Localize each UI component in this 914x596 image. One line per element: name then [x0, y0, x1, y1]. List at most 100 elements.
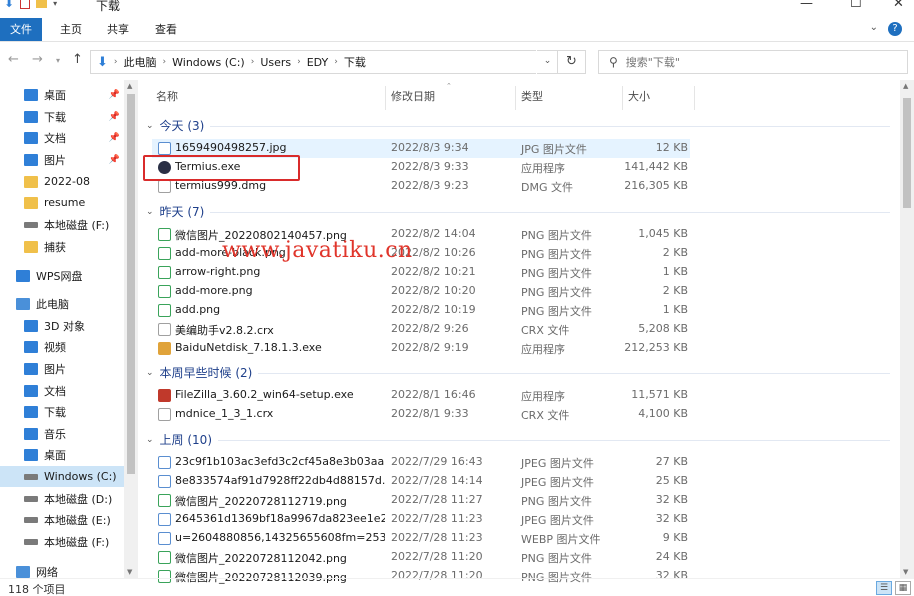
sidebar-item[interactable]: 桌面: [0, 444, 126, 465]
sidebar-item[interactable]: 2022-08: [0, 171, 126, 192]
sidebar-item[interactable]: 图片: [0, 358, 126, 379]
sidebar-item[interactable]: 下载: [0, 401, 126, 422]
sidebar-item[interactable]: 文档 📌: [0, 127, 126, 148]
up-icon[interactable]: ↑: [72, 52, 83, 67]
column-header-name[interactable]: 名称: [156, 88, 178, 108]
breadcrumb-separator-icon[interactable]: ›: [163, 57, 167, 67]
sidebar-item[interactable]: 视频: [0, 336, 126, 357]
details-view-icon[interactable]: ☰: [876, 581, 892, 595]
sidebar-item[interactable]: 文档: [0, 380, 126, 401]
minimize-button[interactable]: —: [800, 0, 813, 11]
ribbon-expand-icon[interactable]: ⌄: [870, 22, 878, 33]
image-file-icon: [158, 475, 171, 488]
tab-home[interactable]: 主页: [60, 18, 82, 41]
column-header-date[interactable]: 修改日期: [391, 88, 435, 108]
file-name: arrow-right.png: [175, 265, 261, 278]
file-row[interactable]: FileZilla_3.60.2_win64-setup.exe 2022/8/1…: [152, 386, 690, 405]
sidebar-item[interactable]: resume: [0, 192, 126, 213]
scroll-up-icon[interactable]: ▲: [127, 82, 132, 90]
tab-share[interactable]: 共享: [107, 18, 129, 41]
file-row[interactable]: arrow-right.png 2022/8/2 10:21 PNG 图片文件 1 K…: [152, 263, 690, 282]
group-header[interactable]: ⌄ 上周 (10): [146, 431, 212, 448]
file-row[interactable]: 微信图片_20220728112719.png 2022/7/28 11:27 PN…: [152, 491, 690, 510]
file-row[interactable]: 2645361d1369bf18a9967da823ee1e2... 2022/7…: [152, 510, 690, 529]
sidebar-item[interactable]: 本地磁盘 (F:): [0, 531, 126, 552]
column-header-type[interactable]: 类型: [521, 88, 543, 108]
collapse-chevron-icon[interactable]: ⌄: [146, 121, 154, 131]
scroll-up-icon[interactable]: ▲: [903, 82, 908, 90]
pin-icon[interactable]: 📌: [109, 112, 120, 122]
breadcrumb-downloads[interactable]: 下载: [344, 54, 366, 70]
group-header[interactable]: ⌄ 昨天 (7): [146, 203, 204, 220]
file-row[interactable]: add-more.png 2022/8/2 10:20 PNG 图片文件 2 KB: [152, 282, 690, 301]
file-list-scrollbar[interactable]: ▲ ▼: [900, 80, 914, 578]
down-arrow-icon[interactable]: ⬇: [4, 0, 14, 10]
file-row[interactable]: 美编助手v2.8.2.crx 2022/8/2 9:26 CRX 文件 5,208 K…: [152, 320, 690, 339]
column-divider[interactable]: [622, 86, 623, 110]
group-header[interactable]: ⌄ 今天 (3): [146, 117, 204, 134]
sidebar-item[interactable]: 网络: [0, 561, 126, 578]
sidebar-item[interactable]: 图片 📌: [0, 149, 126, 170]
search-input[interactable]: [625, 55, 866, 69]
breadcrumb-this-pc[interactable]: 此电脑: [124, 54, 157, 70]
search-box[interactable]: ⚲: [598, 50, 908, 74]
sidebar-item[interactable]: 此电脑: [0, 293, 126, 314]
refresh-icon[interactable]: ↻: [558, 50, 586, 74]
sidebar-item[interactable]: 本地磁盘 (D:): [0, 488, 126, 509]
new-folder-icon[interactable]: [36, 0, 48, 8]
sidebar-item[interactable]: 本地磁盘 (E:): [0, 509, 126, 530]
address-bar[interactable]: ⬇ › 此电脑 › Windows (C:) › Users › EDY › 下…: [90, 50, 558, 74]
forward-icon[interactable]: →: [32, 52, 43, 67]
breadcrumb-separator-icon[interactable]: ›: [251, 57, 255, 67]
column-divider[interactable]: [694, 86, 695, 110]
file-row[interactable]: u=2604880856,14325655608fm=253... 2022/7/…: [152, 529, 690, 548]
navigation-pane-scrollbar[interactable]: ▲ ▼: [124, 80, 138, 578]
maximize-button[interactable]: ☐: [850, 0, 862, 11]
breadcrumb-separator-icon[interactable]: ›: [114, 57, 118, 67]
help-icon[interactable]: ?: [888, 22, 902, 36]
collapse-chevron-icon[interactable]: ⌄: [146, 435, 154, 445]
address-history-icon[interactable]: ⌄: [536, 50, 558, 74]
breadcrumb-edy[interactable]: EDY: [307, 56, 329, 69]
tab-view[interactable]: 查看: [155, 18, 177, 41]
file-row[interactable]: add.png 2022/8/2 10:19 PNG 图片文件 1 KB: [152, 301, 690, 320]
sidebar-item[interactable]: 桌面 📌: [0, 84, 126, 105]
collapse-chevron-icon[interactable]: ⌄: [146, 207, 154, 217]
file-row[interactable]: 8e833574af91d7928ff22db4d88157d... 2022/7…: [152, 472, 690, 491]
sidebar-item[interactable]: 音乐: [0, 423, 126, 444]
file-row[interactable]: mdnice_1_3_1.crx 2022/8/1 9:33 CRX 文件 4,100…: [152, 405, 690, 424]
back-icon[interactable]: ←: [8, 52, 19, 67]
sidebar-item[interactable]: Windows (C:): [0, 466, 126, 487]
sidebar-item-label: 音乐: [44, 427, 66, 441]
sidebar-item[interactable]: WPS网盘: [0, 265, 126, 286]
collapse-chevron-icon[interactable]: ⌄: [146, 368, 154, 378]
column-divider[interactable]: [515, 86, 516, 110]
scroll-down-icon[interactable]: ▼: [903, 568, 908, 576]
scrollbar-thumb[interactable]: [127, 94, 135, 474]
breadcrumb-separator-icon[interactable]: ›: [334, 57, 338, 67]
large-icons-view-icon[interactable]: ▦: [895, 581, 911, 595]
pin-icon[interactable]: 📌: [109, 133, 120, 143]
breadcrumb-users[interactable]: Users: [260, 56, 291, 69]
pin-icon[interactable]: 📌: [109, 90, 120, 100]
column-header-size[interactable]: 大小: [628, 88, 650, 108]
scrollbar-thumb[interactable]: [903, 98, 911, 208]
tab-file[interactable]: 文件: [0, 18, 42, 41]
file-row[interactable]: 23c9f1b103ac3efd3c2cf45a8e3b03aa... 2022/…: [152, 453, 690, 472]
customize-toolbar-icon[interactable]: ▾: [53, 0, 57, 8]
breadcrumb-separator-icon[interactable]: ›: [297, 57, 301, 67]
column-divider[interactable]: [385, 86, 386, 110]
sidebar-item[interactable]: 本地磁盘 (F:): [0, 214, 126, 235]
properties-icon[interactable]: [20, 0, 31, 9]
sidebar-item[interactable]: 下载 📌: [0, 106, 126, 127]
file-row[interactable]: BaiduNetdisk_7.18.1.3.exe 2022/8/2 9:19 应用…: [152, 339, 690, 358]
scroll-down-icon[interactable]: ▼: [127, 568, 132, 576]
breadcrumb-windows-c[interactable]: Windows (C:): [172, 56, 245, 69]
sidebar-item[interactable]: 捕获: [0, 236, 126, 257]
close-button[interactable]: ✕: [893, 0, 904, 11]
group-header[interactable]: ⌄ 本周早些时候 (2): [146, 364, 252, 381]
file-row[interactable]: 微信图片_20220728112042.png 2022/7/28 11:20 PN…: [152, 548, 690, 567]
recent-locations-icon[interactable]: ▾: [56, 56, 60, 65]
pin-icon[interactable]: 📌: [109, 155, 120, 165]
sidebar-item[interactable]: 3D 对象: [0, 315, 126, 336]
